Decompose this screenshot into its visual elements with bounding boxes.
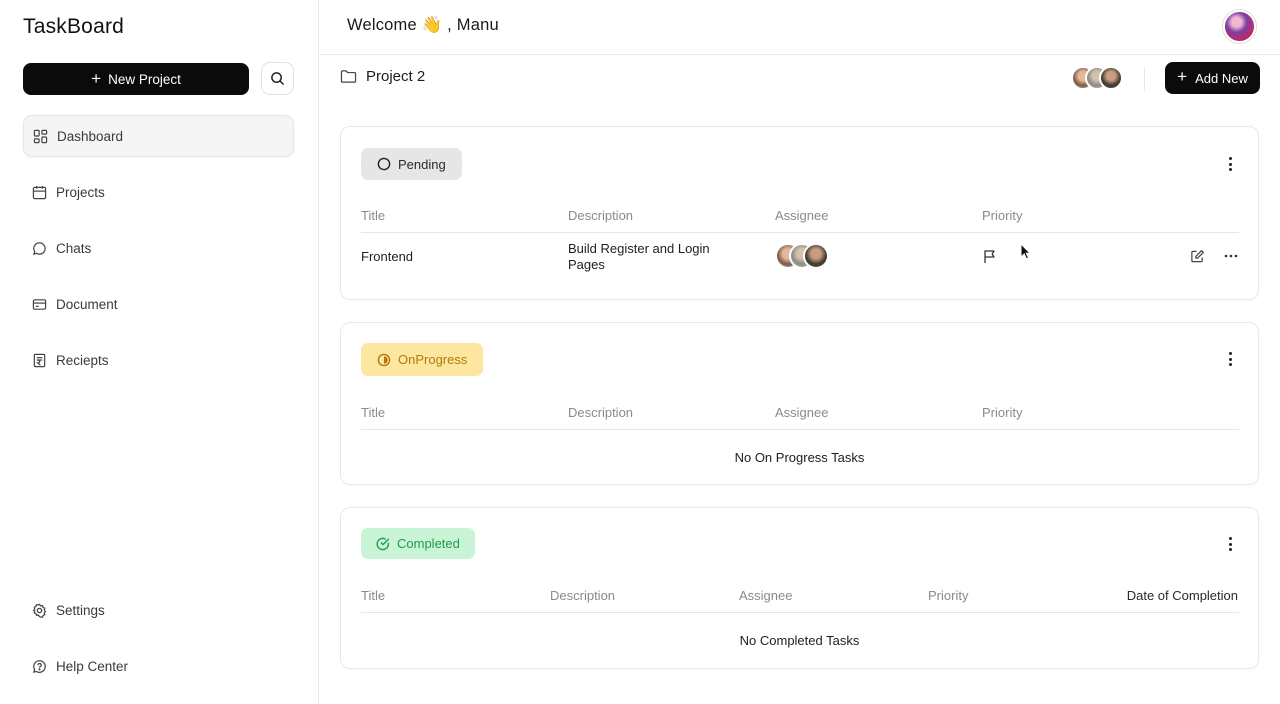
welcome-message: Welcome 👋 , Manu [347,16,499,34]
status-badge: Completed [361,528,475,559]
sidebar: TaskBoard + New Project Dashboard Projec… [0,0,319,704]
sidebar-item-help-center[interactable]: Help Center [23,645,294,687]
status-badge: OnProgress [361,343,484,376]
avatar [803,243,829,269]
priority-flag-button[interactable] [982,248,998,264]
add-new-button[interactable]: + Add New [1165,62,1260,94]
sidebar-item-settings[interactable]: Settings [23,589,294,631]
column-header-priority: Priority [982,405,1023,420]
sidebar-item-label: Help Center [56,658,129,674]
search-button[interactable] [261,62,294,95]
more-horizontal-button[interactable] [1223,248,1239,264]
sidebar-item-label: Reciepts [56,352,109,368]
project-title: Project 2 [340,68,425,85]
sidebar-item-label: Projects [56,184,105,200]
chat-icon [32,241,46,255]
card-icon [32,298,47,310]
status-label: OnProgress [398,352,468,367]
column-header-title: Title [361,588,386,603]
divider [361,232,1239,233]
column-header-priority: Priority [928,588,969,603]
circle-icon [377,157,391,171]
gear-icon [32,603,47,618]
new-project-button[interactable]: + New Project [23,63,249,95]
sidebar-item-chats[interactable]: Chats [23,227,294,269]
project-name: Project 2 [366,68,426,85]
task-description: Build Register and Login Pages [568,241,710,273]
sidebar-item-label: Settings [56,602,105,618]
more-vertical-button[interactable] [1222,155,1238,173]
task-description-line: Pages [568,257,605,272]
search-icon [271,72,284,85]
edit-button[interactable] [1189,248,1205,264]
completed-section: Completed Title Description Assignee Pri… [340,507,1259,669]
calendar-icon [32,185,47,199]
user-avatar[interactable] [1223,10,1256,43]
help-icon [32,659,46,673]
sidebar-item-label: Chats [56,240,92,256]
mouse-cursor-icon [1020,243,1032,260]
on-progress-section: OnProgress Title Description Assignee Pr… [340,322,1259,485]
divider [361,429,1239,430]
column-header-assignee: Assignee [775,208,829,223]
empty-state: No On Progress Tasks [734,450,865,465]
status-label: Pending [398,156,446,172]
pending-section: Pending Title Description Assignee Prior… [340,126,1259,300]
team-avatars[interactable] [1071,66,1123,90]
check-circle-icon [376,537,390,550]
sidebar-item-label: Document [56,296,118,312]
add-new-label: Add New [1195,70,1248,86]
sidebar-item-label: Dashboard [57,128,124,144]
task-description-line: Build Register and Login [568,241,710,256]
app-brand: TaskBoard [23,15,125,38]
column-header-assignee: Assignee [739,588,793,603]
half-circle-icon [377,353,391,366]
sidebar-item-projects[interactable]: Projects [23,171,294,213]
column-header-assignee: Assignee [775,405,829,420]
dashboard-icon [33,129,48,143]
more-vertical-button[interactable] [1222,535,1238,553]
more-horizontal-icon [1224,254,1238,258]
receipt-icon [33,353,46,367]
divider [1144,67,1145,91]
status-label: Completed [397,536,460,551]
sidebar-nav: Dashboard Projects Chats Document Reciep… [23,115,294,395]
column-header-priority: Priority [982,208,1023,223]
assignee-avatars[interactable] [775,243,829,269]
edit-icon [1190,249,1204,262]
column-header-date-of-completion: Date of Completion [1126,588,1238,603]
sidebar-item-dashboard[interactable]: Dashboard [23,115,294,157]
top-header: Welcome 👋 , Manu [320,0,1280,55]
column-header-description: Description [550,588,616,603]
more-vertical-button[interactable] [1222,350,1238,368]
plus-icon: + [91,68,102,88]
empty-state: No Completed Tasks [739,633,860,648]
new-project-label: New Project [108,71,181,87]
column-header-description: Description [568,405,634,420]
column-header-description: Description [568,208,634,223]
column-header-title: Title [361,405,386,420]
column-header-title: Title [361,208,386,223]
sidebar-bottom-nav: Settings Help Center [23,589,294,701]
plus-icon: + [1177,67,1188,86]
status-badge: Pending [361,148,462,180]
sidebar-item-reciepts[interactable]: Reciepts [23,339,294,381]
flag-icon [984,249,995,263]
sidebar-item-document[interactable]: Document [23,283,294,325]
folder-icon [340,70,357,83]
avatar [1099,66,1123,90]
project-bar: Project 2 + Add New [320,56,1280,102]
task-title: Frontend [361,249,414,264]
divider [361,612,1239,613]
